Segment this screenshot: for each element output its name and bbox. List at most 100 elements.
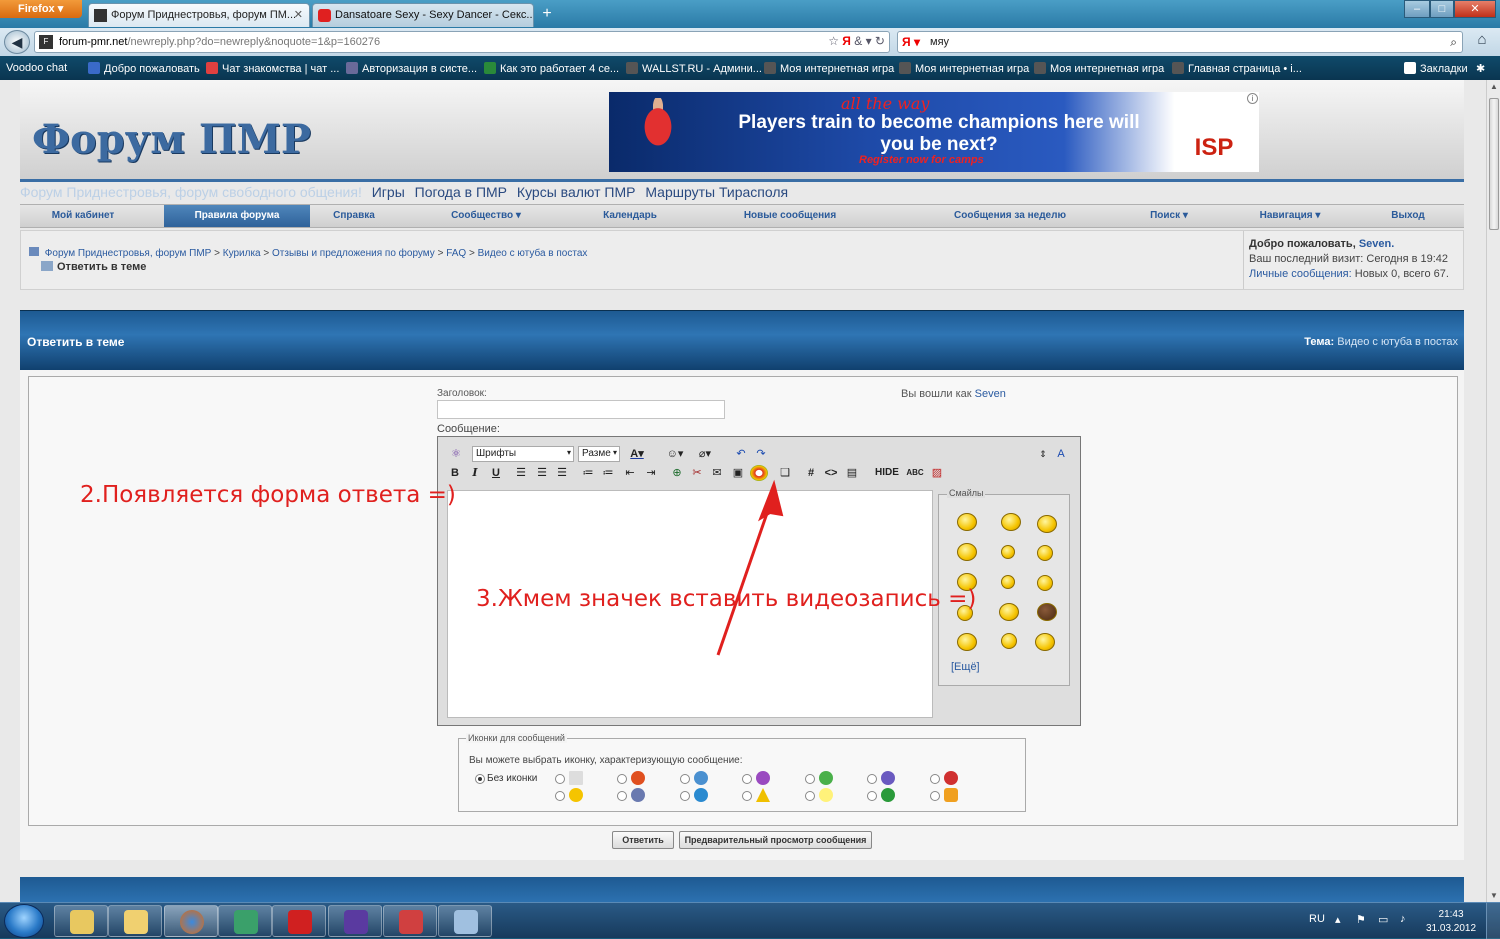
- bookmarks-menu[interactable]: Закладки: [1404, 62, 1468, 75]
- volume-icon[interactable]: ♪: [1400, 913, 1406, 925]
- user-link[interactable]: Seven: [975, 388, 1006, 400]
- size-select[interactable]: Разме ▾: [578, 446, 620, 462]
- taskbar-app[interactable]: [218, 905, 272, 937]
- align-right-icon[interactable]: ☰: [553, 465, 571, 481]
- attachment-icon[interactable]: ⌀▾: [696, 446, 714, 462]
- language-indicator[interactable]: RU: [1309, 913, 1325, 925]
- smiley-icon[interactable]: [1001, 575, 1015, 589]
- breadcrumb-link[interactable]: Курилка: [223, 248, 261, 259]
- username-link[interactable]: Seven.: [1359, 238, 1394, 250]
- wrap-php-icon[interactable]: ▤: [843, 465, 861, 481]
- bookmark-item[interactable]: Моя интернетная игра: [1034, 62, 1164, 75]
- menu-calendar[interactable]: Календарь: [588, 205, 672, 227]
- align-left-icon[interactable]: ☰: [512, 465, 530, 481]
- spellcheck-icon[interactable]: ABC: [906, 465, 924, 481]
- outdent-icon[interactable]: ⇤: [621, 465, 639, 481]
- breadcrumb-link[interactable]: Отзывы и предложения по форуму: [272, 248, 435, 259]
- post-icon-radio[interactable]: [742, 791, 752, 801]
- smiley-icon[interactable]: [1037, 575, 1053, 591]
- post-icon-radio[interactable]: [805, 774, 815, 784]
- menu-logout[interactable]: Выход: [1380, 205, 1436, 227]
- post-icon-radio[interactable]: [742, 774, 752, 784]
- smiley-icon[interactable]: [1037, 603, 1057, 621]
- menu-help[interactable]: Справка: [316, 205, 392, 227]
- post-icon-radio[interactable]: [617, 774, 627, 784]
- post-icon-radio[interactable]: [805, 791, 815, 801]
- minimize-button[interactable]: –: [1404, 0, 1430, 18]
- toggle-size-icon[interactable]: A: [1052, 446, 1070, 462]
- menu-community[interactable]: Сообщество ▾: [432, 205, 540, 227]
- post-icon-radio[interactable]: [680, 791, 690, 801]
- post-icon-radio[interactable]: [555, 774, 565, 784]
- bookmark-item[interactable]: Чат знакомства | чат ...: [206, 62, 339, 75]
- top-link[interactable]: Маршруты Тирасполя: [645, 184, 788, 200]
- smiley-icon[interactable]: [1037, 545, 1053, 561]
- forum-logo[interactable]: Форум ПМР: [32, 116, 311, 163]
- search-icon[interactable]: ⌕: [1450, 35, 1457, 50]
- bookmark-item[interactable]: WALLST.RU - Админи...: [626, 62, 762, 75]
- redo-icon[interactable]: ↷: [752, 446, 770, 462]
- smiley-icon[interactable]: [999, 603, 1019, 621]
- menu-new-posts[interactable]: Новые сообщения: [730, 205, 850, 227]
- page-scrollbar[interactable]: ▲ ▼: [1486, 80, 1500, 902]
- breadcrumb-link[interactable]: Видео с ютуба в постах: [478, 248, 588, 259]
- indent-icon[interactable]: ⇥: [642, 465, 660, 481]
- hide-tag-button[interactable]: HIDE: [872, 465, 902, 481]
- menu-search[interactable]: Поиск ▾: [1134, 205, 1204, 227]
- post-icon-radio[interactable]: [867, 774, 877, 784]
- switch-mode-icon[interactable]: ⚛: [447, 446, 465, 462]
- menu-rules[interactable]: Правила форума: [164, 205, 310, 227]
- bookmark-star-icon[interactable]: ✱: [1476, 62, 1485, 75]
- network-icon[interactable]: ▭: [1378, 913, 1388, 926]
- back-arrow-icon[interactable]: ◀: [4, 30, 30, 54]
- unordered-list-icon[interactable]: ≔: [599, 465, 617, 481]
- submit-reply-button[interactable]: Ответить: [612, 831, 674, 849]
- bookmark-item[interactable]: Voodoo chat: [6, 62, 67, 74]
- tab-forum[interactable]: Форум Приднестровья, форум ПМ... ✕: [88, 3, 310, 27]
- taskbar-app[interactable]: [383, 905, 437, 937]
- post-icon-radio[interactable]: [680, 774, 690, 784]
- resize-editor-icon[interactable]: ⇕: [1034, 446, 1052, 462]
- smiley-icon[interactable]: [1035, 633, 1055, 651]
- breadcrumb-link[interactable]: Форум Приднестровья, форум ПМР: [45, 248, 212, 259]
- post-icon-radio[interactable]: [617, 791, 627, 801]
- taskbar-firefox[interactable]: [164, 905, 218, 937]
- flag-icon[interactable]: ⚑: [1356, 913, 1366, 926]
- taskbar-app[interactable]: [272, 905, 326, 937]
- firefox-menu-button[interactable]: Firefox ▾: [0, 0, 82, 18]
- post-icon-radio[interactable]: [475, 774, 485, 784]
- smiley-icon[interactable]: [957, 633, 977, 651]
- bookmark-item[interactable]: Главная страница • i...: [1172, 62, 1302, 75]
- ordered-list-icon[interactable]: ≔: [579, 465, 597, 481]
- font-select[interactable]: Шрифты ▾: [472, 446, 574, 462]
- title-input[interactable]: [437, 400, 725, 419]
- bookmark-item[interactable]: Добро пожаловать: [88, 62, 200, 75]
- yandex-engine-icon[interactable]: Я ▾: [902, 35, 920, 49]
- insert-link-icon[interactable]: ⊕: [668, 465, 686, 481]
- taskbar-explorer[interactable]: [54, 905, 108, 937]
- undo-icon[interactable]: ↶: [732, 446, 750, 462]
- top-link[interactable]: Погода в ПМР: [415, 184, 507, 200]
- taskbar-app[interactable]: [438, 905, 492, 937]
- text-color-icon[interactable]: A▾: [628, 446, 646, 462]
- clock[interactable]: 21:43 31.03.2012: [1426, 908, 1476, 936]
- close-window-button[interactable]: ✕: [1454, 0, 1496, 18]
- tray-expand-icon[interactable]: ▴: [1335, 913, 1341, 926]
- taskbar-app[interactable]: [328, 905, 382, 937]
- post-icon-radio[interactable]: [930, 774, 940, 784]
- tab-youtube[interactable]: Dansatoare Sexy - Sexy Dancer - Секс...: [312, 3, 534, 27]
- url-bar[interactable]: F forum-pmr.net/newreply.php?do=newreply…: [34, 31, 890, 53]
- more-smilies-link[interactable]: [Ещё]: [951, 661, 980, 673]
- wrap-html-icon[interactable]: <>: [822, 465, 840, 481]
- preview-button[interactable]: Предварительный просмотр сообщения: [679, 831, 872, 849]
- ad-banner[interactable]: all the way Players train to become cham…: [609, 92, 1259, 172]
- home-icon[interactable]: [29, 247, 39, 256]
- taskbar-folders[interactable]: [108, 905, 162, 937]
- private-messages-link[interactable]: Личные сообщения:: [1249, 268, 1352, 280]
- smiley-icon[interactable]: [957, 543, 977, 561]
- bold-icon[interactable]: B: [446, 465, 464, 481]
- smiley-picker-icon[interactable]: ☺▾: [666, 446, 684, 462]
- smiley-icon[interactable]: [957, 513, 977, 531]
- show-desktop-button[interactable]: [1486, 903, 1500, 939]
- scrollbar-thumb[interactable]: [1489, 98, 1499, 230]
